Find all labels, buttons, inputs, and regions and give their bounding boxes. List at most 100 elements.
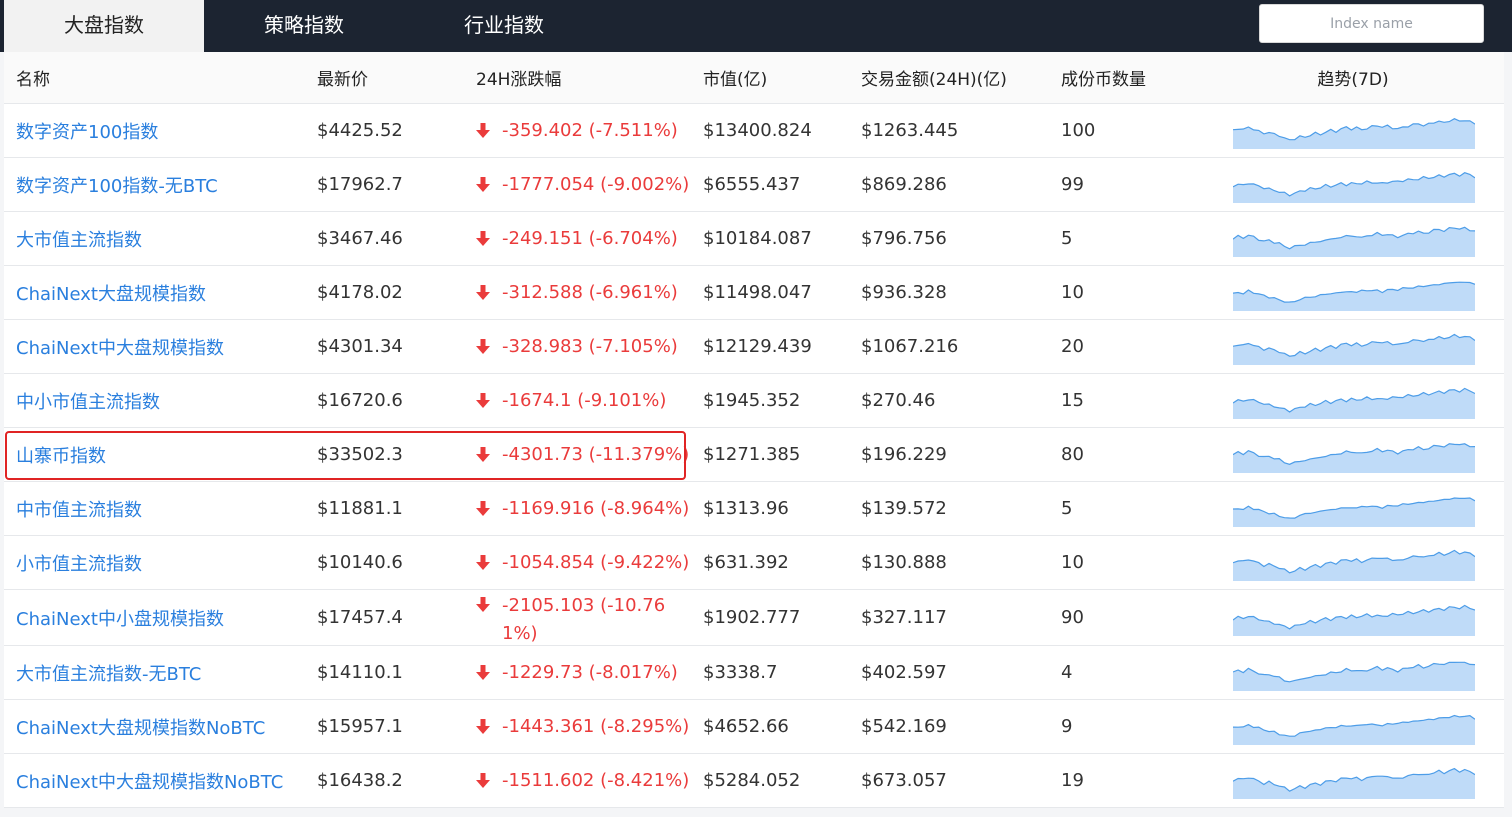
trend-cell[interactable]	[1233, 482, 1475, 535]
header-count[interactable]: 成份币数量	[1061, 52, 1146, 103]
index-name-link[interactable]: ChaiNext中小盘规模指数	[16, 605, 224, 631]
change-value: -1443.361 (-8.295%)	[502, 716, 690, 737]
change-cell: -249.151 (-6.704%)	[476, 212, 681, 265]
tab-industry[interactable]: 行业指数	[404, 0, 604, 52]
table-row[interactable]: 数字资产100指数 $4425.52 -359.402 (-7.511%) $1…	[4, 104, 1504, 158]
change-cell: -359.402 (-7.511%)	[476, 104, 681, 157]
sparkline-area	[1233, 549, 1475, 581]
sparkline-chart	[1233, 333, 1475, 365]
trend-cell[interactable]	[1233, 428, 1475, 481]
count-cell: 10	[1061, 552, 1084, 573]
table-row[interactable]: 数字资产100指数-无BTC $17962.7 -1777.054 (-9.00…	[4, 158, 1504, 212]
mcap-cell: $3338.7	[703, 662, 778, 683]
trend-cell[interactable]	[1233, 700, 1475, 753]
trend-cell[interactable]	[1233, 104, 1475, 157]
trend-cell[interactable]	[1233, 158, 1475, 211]
table-row[interactable]: ChaiNext中大盘规模指数NoBTC $16438.2 -1511.602 …	[4, 754, 1504, 808]
index-name-link[interactable]: 数字资产100指数-无BTC	[16, 172, 218, 198]
change-value: -4301.73 (-11.379%)	[502, 444, 690, 465]
volume-cell: $673.057	[861, 770, 947, 791]
price-cell: $10140.6	[317, 552, 403, 573]
change-cell: -4301.73 (-11.379%)	[476, 428, 689, 481]
price-cell: $4301.34	[317, 336, 403, 357]
trend-cell[interactable]	[1233, 212, 1475, 265]
sparkline-area	[1233, 333, 1475, 365]
sparkline-chart	[1233, 281, 1475, 311]
volume-cell: $796.756	[861, 228, 947, 249]
index-name-link[interactable]: ChaiNext大盘规模指数	[16, 280, 206, 306]
table-row[interactable]: 小市值主流指数 $10140.6 -1054.854 (-9.422%) $63…	[4, 536, 1504, 590]
table-row[interactable]: ChaiNext中大盘规模指数 $4301.34 -328.983 (-7.10…	[4, 320, 1504, 374]
table-row[interactable]: 中市值主流指数 $11881.1 -1169.916 (-8.964%) $13…	[4, 482, 1504, 536]
index-name-link[interactable]: 小市值主流指数	[16, 550, 142, 576]
mcap-cell: $1902.777	[703, 607, 801, 628]
header-price[interactable]: 最新价	[317, 52, 368, 103]
volume-cell: $1263.445	[861, 120, 959, 141]
trend-cell[interactable]	[1233, 374, 1475, 427]
trend-cell[interactable]	[1233, 754, 1475, 807]
table-row[interactable]: ChaiNext中小盘规模指数 $17457.4 -2105.103 (-10.…	[4, 590, 1504, 646]
table-row[interactable]: ChaiNext大盘规模指数NoBTC $15957.1 -1443.361 (…	[4, 700, 1504, 754]
arrow-down-icon	[476, 446, 490, 462]
sparkline-chart	[1233, 117, 1475, 149]
sparkline-chart	[1233, 604, 1475, 636]
index-name-link[interactable]: ChaiNext大盘规模指数NoBTC	[16, 714, 265, 740]
volume-cell: $327.117	[861, 607, 947, 628]
arrow-down-icon	[476, 772, 490, 788]
header-mcap[interactable]: 市值(亿)	[703, 52, 767, 103]
count-cell: 5	[1061, 228, 1073, 249]
change-cell: -1054.854 (-9.422%)	[476, 536, 689, 589]
trend-cell[interactable]	[1233, 646, 1475, 699]
tab-strategy[interactable]: 策略指数	[204, 0, 404, 52]
arrow-down-icon	[476, 554, 490, 570]
trend-cell[interactable]	[1233, 320, 1475, 373]
table-row[interactable]: 山寨币指数 $33502.3 -4301.73 (-11.379%) $1271…	[4, 428, 1504, 482]
sparkline-area	[1233, 226, 1475, 257]
search-input[interactable]	[1259, 4, 1484, 43]
sparkline-area	[1233, 661, 1475, 691]
arrow-down-icon	[476, 664, 490, 680]
change-cell: -328.983 (-7.105%)	[476, 320, 681, 373]
index-name-link[interactable]: 大市值主流指数-无BTC	[16, 660, 201, 686]
change-value: -1169.916 (-8.964%)	[502, 498, 690, 519]
price-cell: $4425.52	[317, 120, 403, 141]
arrow-down-icon	[476, 338, 490, 354]
index-name-link[interactable]: 大市值主流指数	[16, 226, 142, 252]
change-value: -1674.1 (-9.101%)	[502, 390, 667, 411]
index-name-link[interactable]: 山寨币指数	[16, 442, 106, 468]
trend-cell[interactable]	[1233, 266, 1475, 319]
table-row[interactable]: 中小市值主流指数 $16720.6 -1674.1 (-9.101%) $194…	[4, 374, 1504, 428]
mcap-cell: $631.392	[703, 552, 789, 573]
sparkline-chart	[1233, 549, 1475, 581]
tab-large-cap[interactable]: 大盘指数	[4, 0, 204, 52]
sparkline-chart	[1233, 714, 1475, 745]
volume-cell: $196.229	[861, 444, 947, 465]
mcap-cell: $13400.824	[703, 120, 812, 141]
header-volume[interactable]: 交易金额(24H)(亿)	[861, 52, 1007, 103]
volume-cell: $130.888	[861, 552, 947, 573]
trend-cell[interactable]	[1233, 536, 1475, 589]
index-name-link[interactable]: 中小市值主流指数	[16, 388, 160, 414]
index-name-link[interactable]: ChaiNext中大盘规模指数NoBTC	[16, 768, 283, 794]
change-cell: -2105.103 (-10.761%)	[476, 590, 681, 645]
table-row[interactable]: ChaiNext大盘规模指数 $4178.02 -312.588 (-6.961…	[4, 266, 1504, 320]
change-cell: -1674.1 (-9.101%)	[476, 374, 681, 427]
price-cell: $14110.1	[317, 662, 403, 683]
table-row[interactable]: 大市值主流指数 $3467.46 -249.151 (-6.704%) $101…	[4, 212, 1504, 266]
trend-cell[interactable]	[1233, 590, 1475, 645]
index-name-link[interactable]: 中市值主流指数	[16, 496, 142, 522]
index-name-link[interactable]: 数字资产100指数	[16, 118, 158, 144]
price-cell: $15957.1	[317, 716, 403, 737]
volume-cell: $139.572	[861, 498, 947, 519]
index-table: 名称 最新价 24H涨跌幅 市值(亿) 交易金额(24H)(亿) 成份币数量 趋…	[4, 52, 1504, 808]
arrow-down-icon	[476, 284, 490, 300]
index-name-link[interactable]: ChaiNext中大盘规模指数	[16, 334, 224, 360]
volume-cell: $542.169	[861, 716, 947, 737]
header-change[interactable]: 24H涨跌幅	[476, 52, 681, 103]
table-row[interactable]: 大市值主流指数-无BTC $14110.1 -1229.73 (-8.017%)…	[4, 646, 1504, 700]
arrow-down-icon	[476, 176, 490, 192]
header-name[interactable]: 名称	[16, 52, 50, 103]
change-value: -328.983 (-7.105%)	[502, 336, 678, 357]
count-cell: 9	[1061, 716, 1073, 737]
top-bar: 大盘指数 策略指数 行业指数	[0, 0, 1512, 52]
